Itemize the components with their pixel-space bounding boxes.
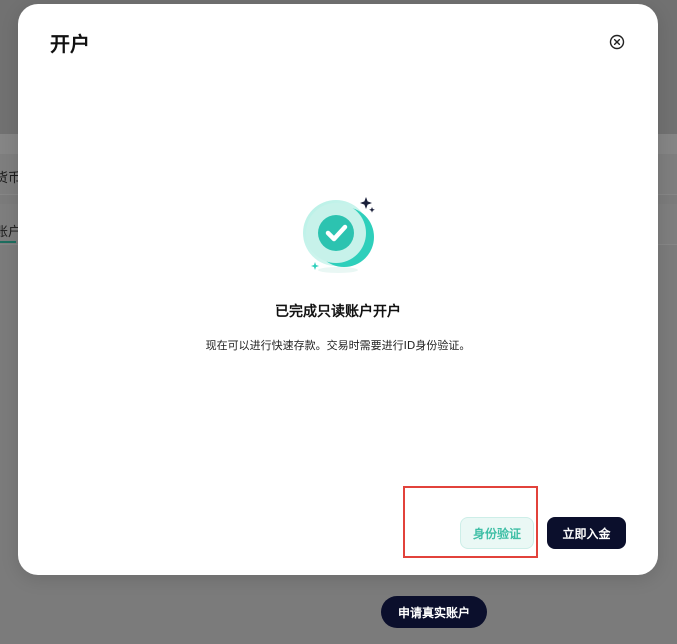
background-tab-underline <box>0 241 16 243</box>
apply-real-account-button[interactable]: 申请真实账户 <box>381 596 487 628</box>
open-account-dialog: 开户 已完成只读账户开户 现在可以进行快速存款。交易时需要进行ID身份验证。 身… <box>18 4 658 575</box>
success-check-icon <box>298 195 378 275</box>
deposit-now-button[interactable]: 立即入金 <box>547 517 626 549</box>
identity-verification-button[interactable]: 身份验证 <box>460 517 534 549</box>
dialog-title: 开户 <box>50 32 90 56</box>
close-icon[interactable] <box>608 33 626 51</box>
success-heading: 已完成只读账户开户 <box>275 304 401 320</box>
success-description: 现在可以进行快速存款。交易时需要进行ID身份验证。 <box>205 339 471 352</box>
